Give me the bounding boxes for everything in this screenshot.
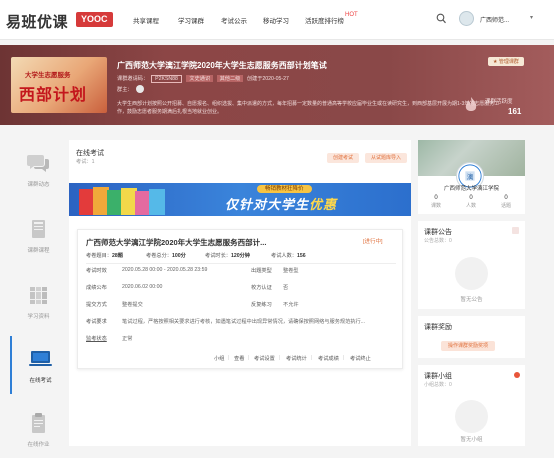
school-name: 广西师范大学漓江学院 xyxy=(443,186,499,192)
nav-item-activity-ranking[interactable]: 活跃度排行榜 xyxy=(305,15,344,25)
exam-count: 考试：1 xyxy=(76,159,95,165)
nav-item-mobile-learning[interactable]: 移动学习 xyxy=(263,15,289,25)
action-statistics[interactable]: 考试统计 xyxy=(286,355,307,362)
exam-info-count: 考试人数：156 xyxy=(271,253,306,259)
left-nav-item-courses[interactable]: 课群课程 xyxy=(10,206,67,264)
groups-count: 小组总数：0 xyxy=(424,382,452,388)
group-description: 大学生西部计划按照公开招募、自愿报名、组织选拔、集中派遣的方式，每年招募一定数量… xyxy=(117,101,500,115)
cover-subtitle: 大学生志愿服务 xyxy=(25,72,71,79)
left-nav-item-homework[interactable]: 在线作业 xyxy=(10,400,67,458)
hot-badge: HOT xyxy=(345,12,358,18)
announcements-count: 公告总数：0 xyxy=(424,238,452,244)
activity-value: 161 xyxy=(508,107,522,116)
nav-item-shared-courses[interactable]: 共享课程 xyxy=(133,15,159,25)
exam-status-badge: [进行中] xyxy=(363,239,383,245)
divider xyxy=(86,263,396,264)
action-settings[interactable]: 考试设置 xyxy=(254,355,275,362)
create-exam-button[interactable]: 创建考试 xyxy=(327,153,360,163)
action-view[interactable]: 查看 xyxy=(234,355,244,362)
manage-awards-button[interactable]: 操作课群奖励奖项 xyxy=(441,341,496,351)
user-name[interactable]: 广西师范... xyxy=(480,15,509,24)
monitor-icon xyxy=(29,351,52,366)
left-nav-label: 课群动态 xyxy=(27,182,50,188)
groups-title: 课群小组 xyxy=(424,373,452,380)
exam-row-period: 考试时效 2020.05.28 00:00 - 2020.05.28 23:59… xyxy=(86,267,299,274)
cover-title: 西部计划 xyxy=(19,85,88,104)
section-title: 在线考试 xyxy=(76,150,104,157)
tag-category: 文史通识 xyxy=(186,75,214,82)
promo-main-text-b: 优惠 xyxy=(309,197,338,212)
exam-panel: 在线考试 考试：1 创建考试 从试题库导入 畅销教材狂降价 仅针对大学生优惠 广… xyxy=(69,140,411,446)
logo-text[interactable]: 易班优课 xyxy=(6,11,68,32)
invite-code-label: 课群邀请码： xyxy=(117,76,149,82)
awards-panel: 课群奖励 操作课群奖励奖项 xyxy=(418,316,525,358)
edit-icon[interactable] xyxy=(512,227,519,234)
left-nav-item-materials[interactable]: 学习资料 xyxy=(10,272,67,330)
left-nav-item-online-exam[interactable]: 在线考试 xyxy=(10,336,67,394)
left-nav-label: 在线考试 xyxy=(29,378,52,384)
stat-members: 0 人数 xyxy=(465,195,476,209)
group-cover-image: 大学生志愿服务 西部计划 xyxy=(11,57,107,113)
promo-main-text: 仅针对大学生优惠 xyxy=(225,194,337,213)
exam-row-monitor: 监考状态 正常 xyxy=(86,335,133,342)
promo-main-text-a: 仅针对大学生 xyxy=(225,197,310,212)
groups-empty-text: 暂无小组 xyxy=(460,437,483,443)
stat-topics: 0 话题 xyxy=(500,195,511,209)
owner-avatar[interactable] xyxy=(136,85,144,93)
left-nav-label: 课群课程 xyxy=(27,248,50,254)
svg-text:漓: 漓 xyxy=(467,172,474,181)
left-nav-label: 在线作业 xyxy=(27,442,50,448)
chevron-down-icon[interactable]: ▾ xyxy=(530,14,533,21)
exam-actions: 小组 | 查看 | 考试设置 | 考试统计 | 考试成绩 | 考试终止 xyxy=(214,355,371,362)
monitor-link[interactable]: 监考状态 xyxy=(86,335,107,342)
awards-title: 课群奖励 xyxy=(424,324,452,331)
clipboard-icon xyxy=(32,413,45,433)
announcements-title: 课群公告 xyxy=(424,229,452,236)
book-icon xyxy=(32,220,45,238)
exam-info-total: 考卷总分：100分 xyxy=(146,253,186,259)
top-nav: 易班优课 YOOC 共享课程 学习课群 考试公示 移动学习 活跃度排行榜 HOT… xyxy=(0,0,554,40)
group-profile-card: 漓 广西师范大学漓江学院 0 课数 0 人数 0 话题 xyxy=(418,140,525,214)
exam-card: 广西师范大学漓江学院2020年大学生志愿服务西部计... [进行中] 考卷题目：… xyxy=(77,229,403,369)
activity-label: 课群活跃度 xyxy=(485,99,513,105)
created-date: 创建于2020-05-27 xyxy=(246,76,289,82)
books-image xyxy=(79,187,165,215)
group-meta: 课群邀请码： P2KSN88 文史通识 其他二级 创建于2020-05-27 xyxy=(117,75,289,83)
import-from-bank-button[interactable]: 从试题库导入 xyxy=(365,153,408,163)
left-nav-label: 学习资料 xyxy=(27,314,50,320)
action-group[interactable]: 小组 xyxy=(214,355,224,362)
exam-row-results: 成绩公布 2020.06.02 00:00 校方认证 否 xyxy=(86,284,289,291)
group-title: 广西师范大学漓江学院2020年大学生志愿服务西部计划笔试 xyxy=(117,61,327,70)
left-nav-item-dynamics[interactable]: 课群动态 xyxy=(10,140,67,198)
empty-placeholder-icon xyxy=(455,400,488,433)
tag-subcategory: 其他二级 xyxy=(216,75,244,82)
books-stack-icon xyxy=(30,287,47,304)
exam-row-requirements: 考试要求 笔试过程，严格按照相关要求进行考核，如遇笔试过程中出现异常情况，请确保… xyxy=(86,319,365,325)
announcements-empty-text: 暂无公告 xyxy=(460,297,483,303)
empty-placeholder-icon xyxy=(455,257,488,290)
manage-group-button[interactable]: ★ 管理课群 xyxy=(488,57,524,66)
group-banner: 大学生志愿服务 西部计划 广西师范大学漓江学院2020年大学生志愿服务西部计划笔… xyxy=(0,45,554,125)
exam-info-duration: 考试时长：120分钟 xyxy=(205,253,250,259)
logo-badge[interactable]: YOOC xyxy=(76,12,113,27)
promo-banner[interactable]: 畅销教材狂降价 仅针对大学生优惠 xyxy=(69,183,411,216)
nav-item-study-groups[interactable]: 学习课群 xyxy=(178,15,204,25)
promo-top-text: 畅销教材狂降价 xyxy=(257,185,312,193)
fire-icon xyxy=(465,97,477,111)
exam-title[interactable]: 广西师范大学漓江学院2020年大学生志愿服务西部计... xyxy=(86,237,266,248)
action-terminate[interactable]: 考试终止 xyxy=(350,355,371,362)
nav-item-exam-announce[interactable]: 考试公示 xyxy=(221,15,247,25)
invite-code[interactable]: P2KSN88 xyxy=(151,75,182,83)
announcements-panel: 课群公告 公告总数：0 暂无公告 xyxy=(418,221,525,309)
exam-info-questions: 考卷题目：28题 xyxy=(86,253,123,259)
chat-bubbles-icon xyxy=(27,155,49,172)
exam-row-submit: 提交方式 整卷提交 反复练习 不允许 xyxy=(86,302,299,308)
user-avatar[interactable] xyxy=(459,11,474,26)
stat-courses: 0 课数 xyxy=(430,195,441,209)
groups-panel: 课群小组 小组总数：0 暂无小组 xyxy=(418,365,525,446)
search-icon[interactable] xyxy=(436,13,446,25)
add-group-icon[interactable] xyxy=(514,372,520,378)
action-scores[interactable]: 考试成绩 xyxy=(318,355,339,362)
owner-label: 群主： xyxy=(117,87,133,93)
